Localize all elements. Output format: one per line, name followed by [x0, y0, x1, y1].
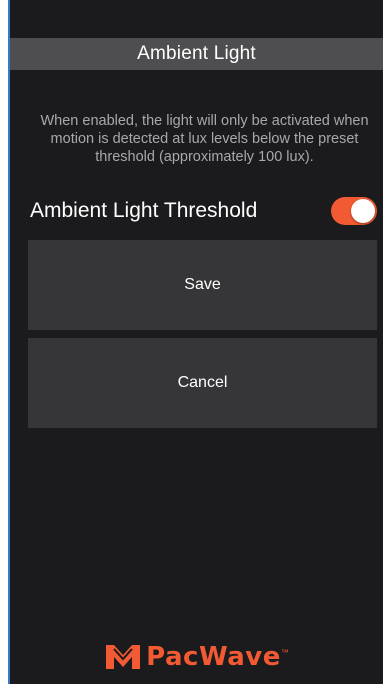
- brand-logo: PacWave ™: [10, 642, 383, 672]
- setting-description: When enabled, the light will only be act…: [40, 113, 369, 165]
- save-button-label: Save: [184, 276, 221, 293]
- brand-name: PacWave: [146, 642, 281, 672]
- ambient-light-threshold-toggle[interactable]: [331, 197, 377, 225]
- page-title: Ambient Light: [137, 43, 256, 64]
- app-screen: Ambient Light When enabled, the light wi…: [8, 0, 383, 684]
- title-bar: Ambient Light: [10, 38, 383, 70]
- status-bar: [10, 0, 383, 38]
- toggle-knob: [351, 199, 375, 223]
- cancel-button[interactable]: Cancel: [28, 338, 377, 428]
- pacwave-logo-icon: [106, 645, 141, 669]
- ambient-light-threshold-row: Ambient Light Threshold: [30, 194, 377, 228]
- trademark-mark: ™: [280, 648, 289, 657]
- toggle-label: Ambient Light Threshold: [30, 199, 258, 222]
- cancel-button-label: Cancel: [177, 374, 228, 391]
- save-button[interactable]: Save: [28, 240, 377, 330]
